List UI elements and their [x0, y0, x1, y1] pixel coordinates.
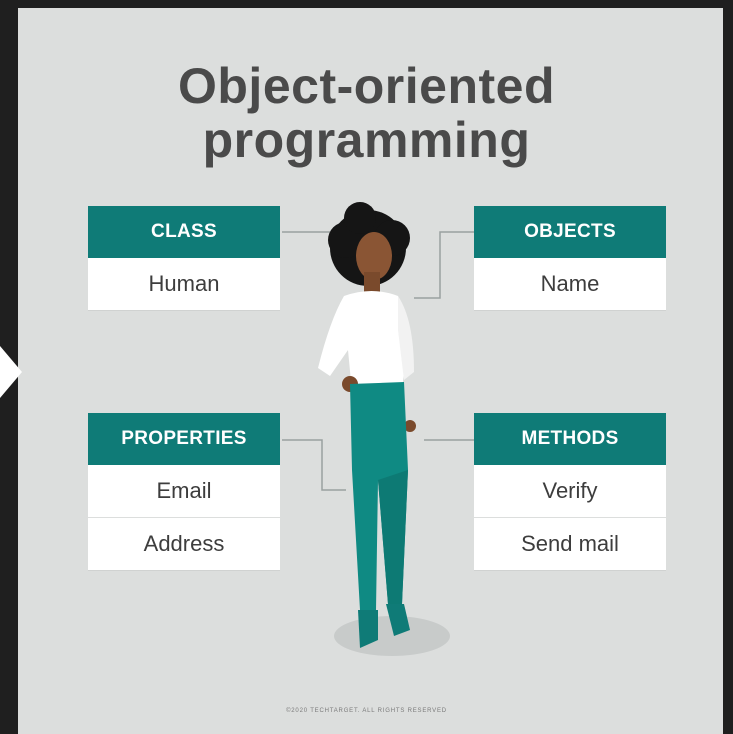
- objects-card-header: OBJECTS: [474, 206, 666, 258]
- properties-card-row-email: Email: [156, 478, 212, 503]
- objects-card: OBJECTS Name: [474, 206, 666, 310]
- methods-card-row-send-mail: Send mail: [474, 517, 666, 570]
- copyright-footer: ©2020 TECHTARGET. ALL RIGHTS RESERVED: [286, 708, 447, 714]
- objects-card-row: Name: [540, 271, 600, 296]
- class-card-header: CLASS: [88, 206, 280, 258]
- methods-card-row-verify: Verify: [542, 478, 598, 503]
- class-card: CLASS Human: [88, 206, 280, 310]
- properties-card-row-address: Address: [88, 517, 280, 570]
- properties-card-header: PROPERTIES: [88, 413, 280, 465]
- methods-card-header: METHODS: [474, 413, 666, 465]
- properties-card: PROPERTIES Email Address: [88, 413, 280, 570]
- class-card-row: Human: [148, 271, 220, 296]
- person-illustration: [282, 202, 474, 656]
- methods-card: METHODS Verify Send mail: [474, 413, 666, 570]
